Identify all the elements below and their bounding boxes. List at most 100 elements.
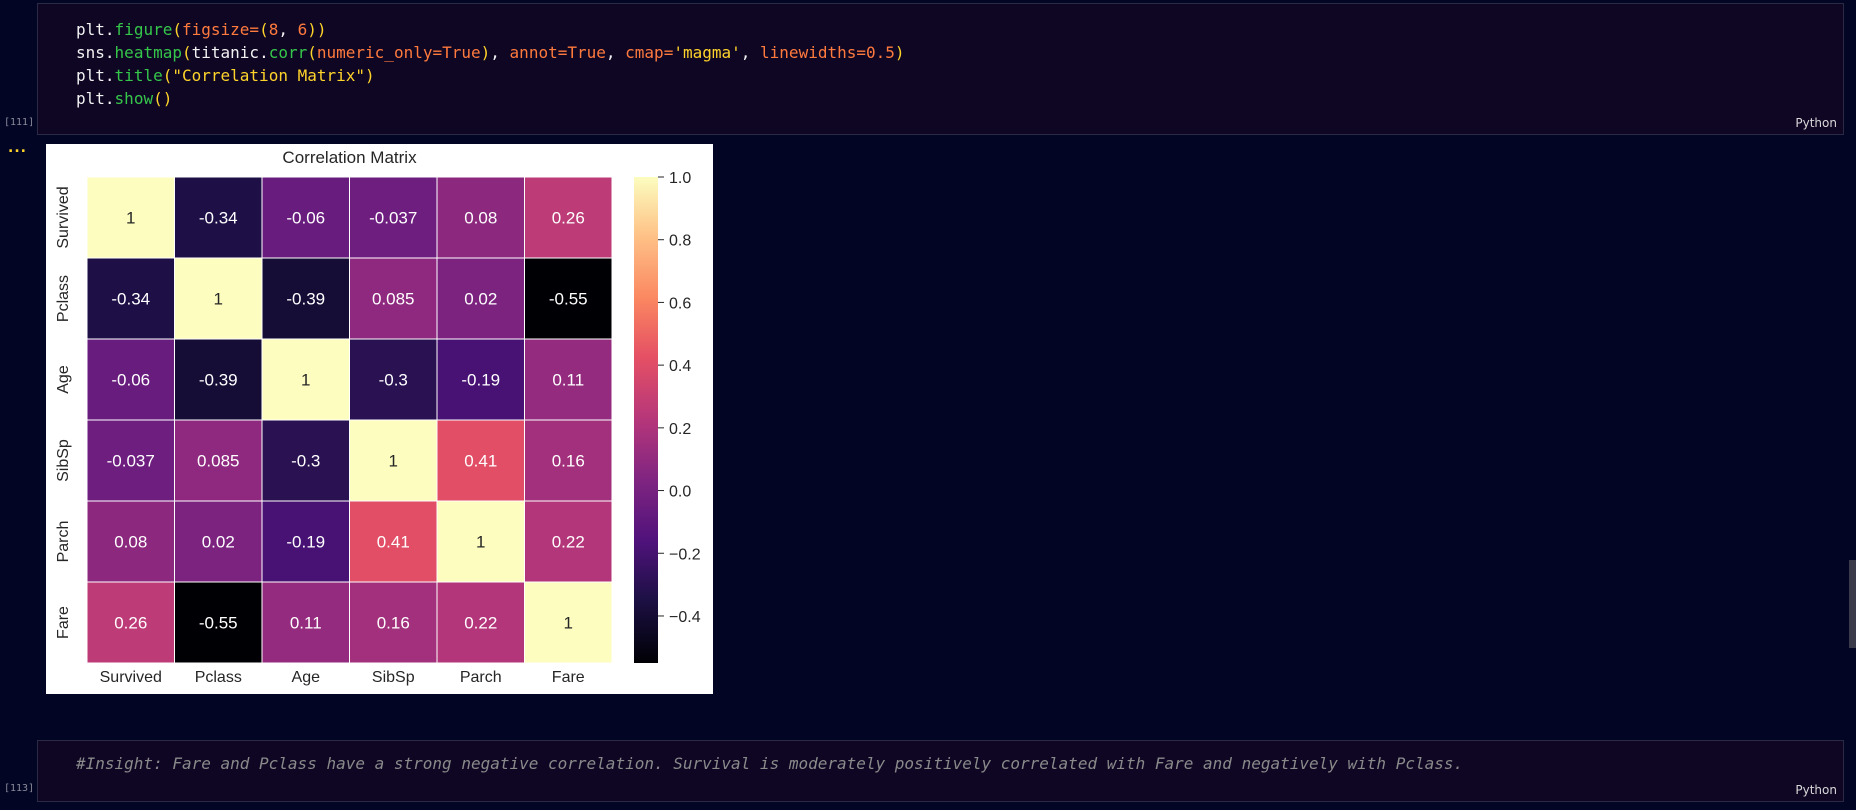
correlation-heatmap: Correlation Matrix 1 -0.34 -0.06 -0.037 0.08 0…: [55, 148, 701, 686]
cell-annotation: 0.26: [552, 209, 585, 228]
x-tick-label: SibSp: [372, 669, 415, 686]
code-token: plt: [76, 89, 105, 108]
cell-annotation: 0.41: [464, 452, 497, 471]
code-token: ): [307, 20, 317, 39]
cell-annotation: -0.34: [199, 209, 238, 228]
output-more-icon[interactable]: ...: [8, 140, 27, 156]
code-token: .: [104, 66, 115, 85]
code-token: titanic: [191, 43, 260, 62]
cell-annotation: -0.55: [549, 290, 588, 309]
cell-annotation: 1: [389, 452, 398, 471]
code-token: "Correlation Matrix": [172, 66, 366, 85]
x-tick-label: Fare: [552, 669, 585, 686]
code-editor[interactable]: plt.figure(figsize=(8, 6)) sns.heatmap(ti…: [76, 18, 905, 110]
y-tick-label: Parch: [55, 521, 72, 563]
code-token: title: [114, 66, 163, 85]
code-token: (: [162, 66, 173, 85]
code-token: .: [259, 43, 269, 62]
cell-annotation: 0.02: [202, 533, 235, 552]
code-editor[interactable]: #Insight: Fare and Pclass have a strong …: [76, 752, 1463, 775]
code-token: (: [307, 43, 317, 62]
heatmap-output: Correlation Matrix 1 -0.34 -0.06 -0.037 0.08 0…: [46, 144, 713, 694]
code-token: True: [567, 43, 606, 62]
colorbar: [634, 177, 658, 663]
cell-annotation: 1: [126, 209, 135, 228]
code-token: ): [316, 20, 327, 39]
cell-annotation: -0.19: [461, 371, 500, 390]
cell-annotation: 1: [301, 371, 310, 390]
colorbar-tick-label: 0.2: [669, 421, 691, 438]
colorbar-tick-label: 0.8: [669, 233, 691, 250]
code-token: show: [114, 89, 154, 108]
code-token: ,: [740, 43, 761, 62]
cell-annotation: -0.06: [111, 371, 150, 390]
execution-count: [113]: [4, 783, 35, 794]
scrollbar-thumb[interactable]: [1849, 560, 1856, 648]
code-token: 6: [297, 20, 308, 39]
cell-annotation: 0.02: [464, 290, 497, 309]
cell-annotation: 0.08: [464, 209, 497, 228]
code-token: .: [104, 20, 115, 39]
code-token: True: [442, 43, 481, 62]
cell-annotation: -0.3: [291, 452, 320, 471]
comment-cell[interactable]: #Insight: Fare and Pclass have a strong …: [37, 740, 1844, 802]
code-token: =: [432, 43, 443, 62]
cell-annotation: -0.55: [199, 614, 238, 633]
cell-annotation: 1: [476, 533, 485, 552]
chart-title: Correlation Matrix: [282, 148, 417, 167]
cell-annotation: -0.037: [107, 452, 155, 471]
colorbar-tick-label: 0.6: [669, 295, 691, 312]
colorbar-tick-label: −0.4: [669, 609, 701, 626]
insight-comment: #Insight: Fare and Pclass have a strong …: [76, 754, 1464, 773]
cell-annotation: 1: [214, 290, 223, 309]
code-token: .: [104, 89, 115, 108]
y-tick-label: Pclass: [55, 275, 72, 322]
cell-annotation: 0.11: [552, 371, 584, 390]
cell-annotation: -0.34: [111, 290, 150, 309]
code-token: plt: [76, 20, 105, 39]
x-tick-label: Age: [292, 669, 321, 686]
code-line: plt.title("Correlation Matrix"): [76, 64, 905, 87]
code-token: cmap: [625, 43, 664, 62]
cell-annotation: -0.19: [286, 533, 325, 552]
code-token: ): [894, 43, 905, 62]
code-token: =: [249, 20, 260, 39]
cell-language-label[interactable]: Python: [1795, 116, 1837, 130]
code-token: (: [181, 43, 192, 62]
code-token: corr: [268, 43, 308, 62]
y-tick-label: SibSp: [55, 439, 72, 482]
cell-annotation: 0.41: [377, 533, 410, 552]
cell-annotation: -0.06: [286, 209, 325, 228]
code-token: ,: [490, 43, 510, 62]
code-token: (): [153, 89, 173, 108]
cell-annotation: 0.085: [197, 452, 240, 471]
y-tick-label: Age: [55, 365, 72, 394]
cell-annotation: 1: [564, 614, 573, 633]
code-token: annot: [509, 43, 558, 62]
colorbar-tick-label: 0.0: [669, 484, 691, 501]
cell-annotation: 0.26: [114, 614, 147, 633]
cell-annotation: -0.39: [199, 371, 238, 390]
code-token: figure: [114, 20, 173, 39]
code-token: figsize: [181, 20, 250, 39]
code-cell[interactable]: plt.figure(figsize=(8, 6)) sns.heatmap(ti…: [37, 3, 1844, 135]
code-token: numeric_only: [316, 43, 433, 62]
cell-annotation: 0.16: [552, 452, 585, 471]
cell-annotation: -0.39: [286, 290, 325, 309]
code-token: linewidths: [760, 43, 857, 62]
cell-annotation: -0.3: [379, 371, 408, 390]
colorbar-tick-label: 1.0: [669, 170, 691, 187]
cell-annotation: 0.22: [464, 614, 497, 633]
code-token: sns: [76, 43, 105, 62]
code-token: =: [856, 43, 866, 62]
code-token: .: [104, 43, 115, 62]
cell-annotation: 0.08: [114, 533, 147, 552]
code-token: 0.5: [866, 43, 895, 62]
code-token: (: [259, 20, 269, 39]
cell-language-label[interactable]: Python: [1795, 783, 1837, 797]
cell-annotation: -0.037: [369, 209, 417, 228]
code-token: 'magma': [673, 43, 741, 62]
cell-annotation: 0.085: [372, 290, 415, 309]
code-line: plt.figure(figsize=(8, 6)): [76, 18, 905, 41]
code-token: ): [480, 43, 491, 62]
